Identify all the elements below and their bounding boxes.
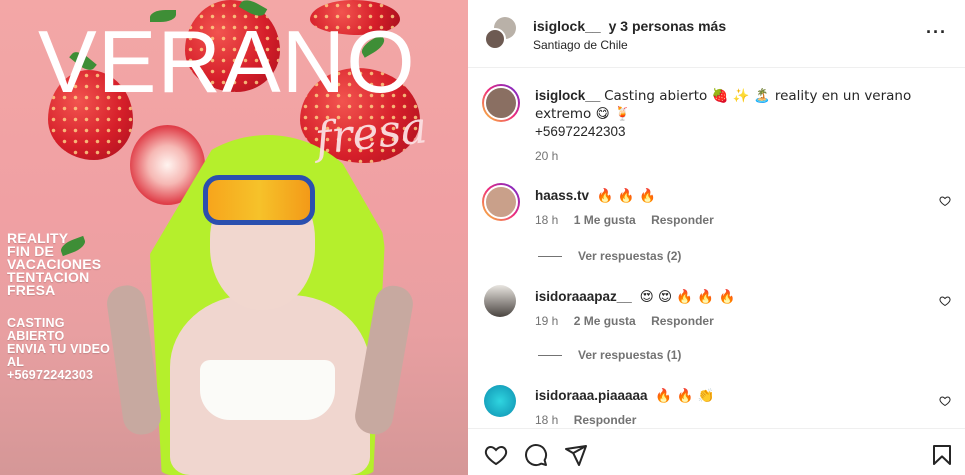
comment-item: isidoraaa.piaaaaa 🔥 🔥 👏 18 h Responder <box>468 385 965 427</box>
comment-likes[interactable]: 1 Me gusta <box>574 213 636 227</box>
post-header: isiglock__ y 3 personas más Santiago de … <box>468 0 965 68</box>
heart-icon[interactable] <box>939 295 951 307</box>
comments-panel: isiglock__ y 3 personas más Santiago de … <box>468 0 965 475</box>
heart-icon[interactable] <box>939 395 951 407</box>
replies-line <box>538 355 562 357</box>
location-link[interactable]: Santiago de Chile <box>533 38 628 52</box>
avatar[interactable] <box>482 183 520 221</box>
promo-block: REALITY FIN DE VACACIONES TENTACION FRES… <box>7 231 101 298</box>
comment-time: 19 h <box>535 314 559 328</box>
reply-button[interactable]: Responder <box>651 314 714 328</box>
header-authors: isiglock__ y 3 personas más <box>533 18 726 34</box>
avatar[interactable] <box>484 28 506 50</box>
model-figure <box>95 135 416 475</box>
comment-text: isidoraaa.piaaaaa 🔥 🔥 👏 <box>535 387 935 405</box>
view-replies-button[interactable]: Ver respuestas (2) <box>538 249 681 263</box>
comment-meta: 19 h 2 Me gusta Responder <box>535 314 726 328</box>
post-image[interactable]: VERANO fresa REALITY FIN DE VACACIONES T… <box>0 0 468 475</box>
comment-body: 🔥 🔥 🔥 <box>596 188 656 204</box>
author-username[interactable]: isiglock__ <box>533 18 601 34</box>
comment-time: 18 h <box>535 213 559 227</box>
comment-username[interactable]: isidoraaa.piaaaaa <box>535 388 648 403</box>
share-icon[interactable] <box>564 443 588 467</box>
coauthors-link[interactable]: y 3 personas más <box>609 18 727 34</box>
comment-likes[interactable]: 2 Me gusta <box>574 314 636 328</box>
poster-title: VERANO <box>38 12 416 111</box>
comment-username[interactable]: isidoraaapaz__ <box>535 289 632 304</box>
casting-line: +56972242303 <box>7 368 94 382</box>
view-replies-label: Ver respuestas (2) <box>578 249 682 263</box>
more-options-icon[interactable]: ··· <box>926 22 947 43</box>
caption-username[interactable]: isiglock__ <box>535 88 600 103</box>
comment-text: isidoraaapaz__ 😍 😍 🔥 🔥 🔥 <box>535 288 935 306</box>
comment-meta: 18 h 1 Me gusta Responder <box>535 213 726 227</box>
caption: isiglock__ Casting abierto 🍓 ✨ 🏝️ realit… <box>468 84 965 164</box>
goggles <box>203 175 315 225</box>
comment-item: isidoraaapaz__ 😍 😍 🔥 🔥 🔥 19 h 2 Me gusta… <box>468 285 965 370</box>
comment-meta: 18 h Responder <box>535 413 648 427</box>
avatar[interactable] <box>484 385 516 417</box>
save-icon[interactable] <box>930 443 954 467</box>
like-icon[interactable] <box>484 443 508 467</box>
view-replies-button[interactable]: Ver respuestas (1) <box>538 348 681 362</box>
comment-body: 🔥 🔥 👏 <box>655 388 715 404</box>
reply-button[interactable]: Responder <box>651 213 714 227</box>
white-top <box>200 360 335 420</box>
comment-username[interactable]: haass.tv <box>535 188 589 203</box>
caption-phone: +56972242303 <box>535 124 626 139</box>
avatar[interactable] <box>482 84 520 122</box>
comment-icon[interactable] <box>524 443 548 467</box>
heart-icon[interactable] <box>939 195 951 207</box>
post-actions <box>468 428 965 475</box>
comment-item: haass.tv 🔥 🔥 🔥 18 h 1 Me gusta Responder… <box>468 183 965 268</box>
view-replies-label: Ver respuestas (1) <box>578 348 682 362</box>
reply-button[interactable]: Responder <box>574 413 637 427</box>
caption-time: 20 h <box>535 149 559 163</box>
comment-body: 😍 😍 🔥 🔥 🔥 <box>639 289 736 305</box>
caption-text: isiglock__ Casting abierto 🍓 ✨ 🏝️ realit… <box>535 87 935 123</box>
promo-line: FRESA <box>7 282 56 298</box>
replies-line <box>538 256 562 258</box>
avatar[interactable] <box>484 285 516 317</box>
comment-time: 18 h <box>535 413 559 427</box>
casting-block: CASTING ABIERTO ENVIA TU VIDEO AL +56972… <box>7 317 110 382</box>
comment-text: haass.tv 🔥 🔥 🔥 <box>535 187 935 205</box>
